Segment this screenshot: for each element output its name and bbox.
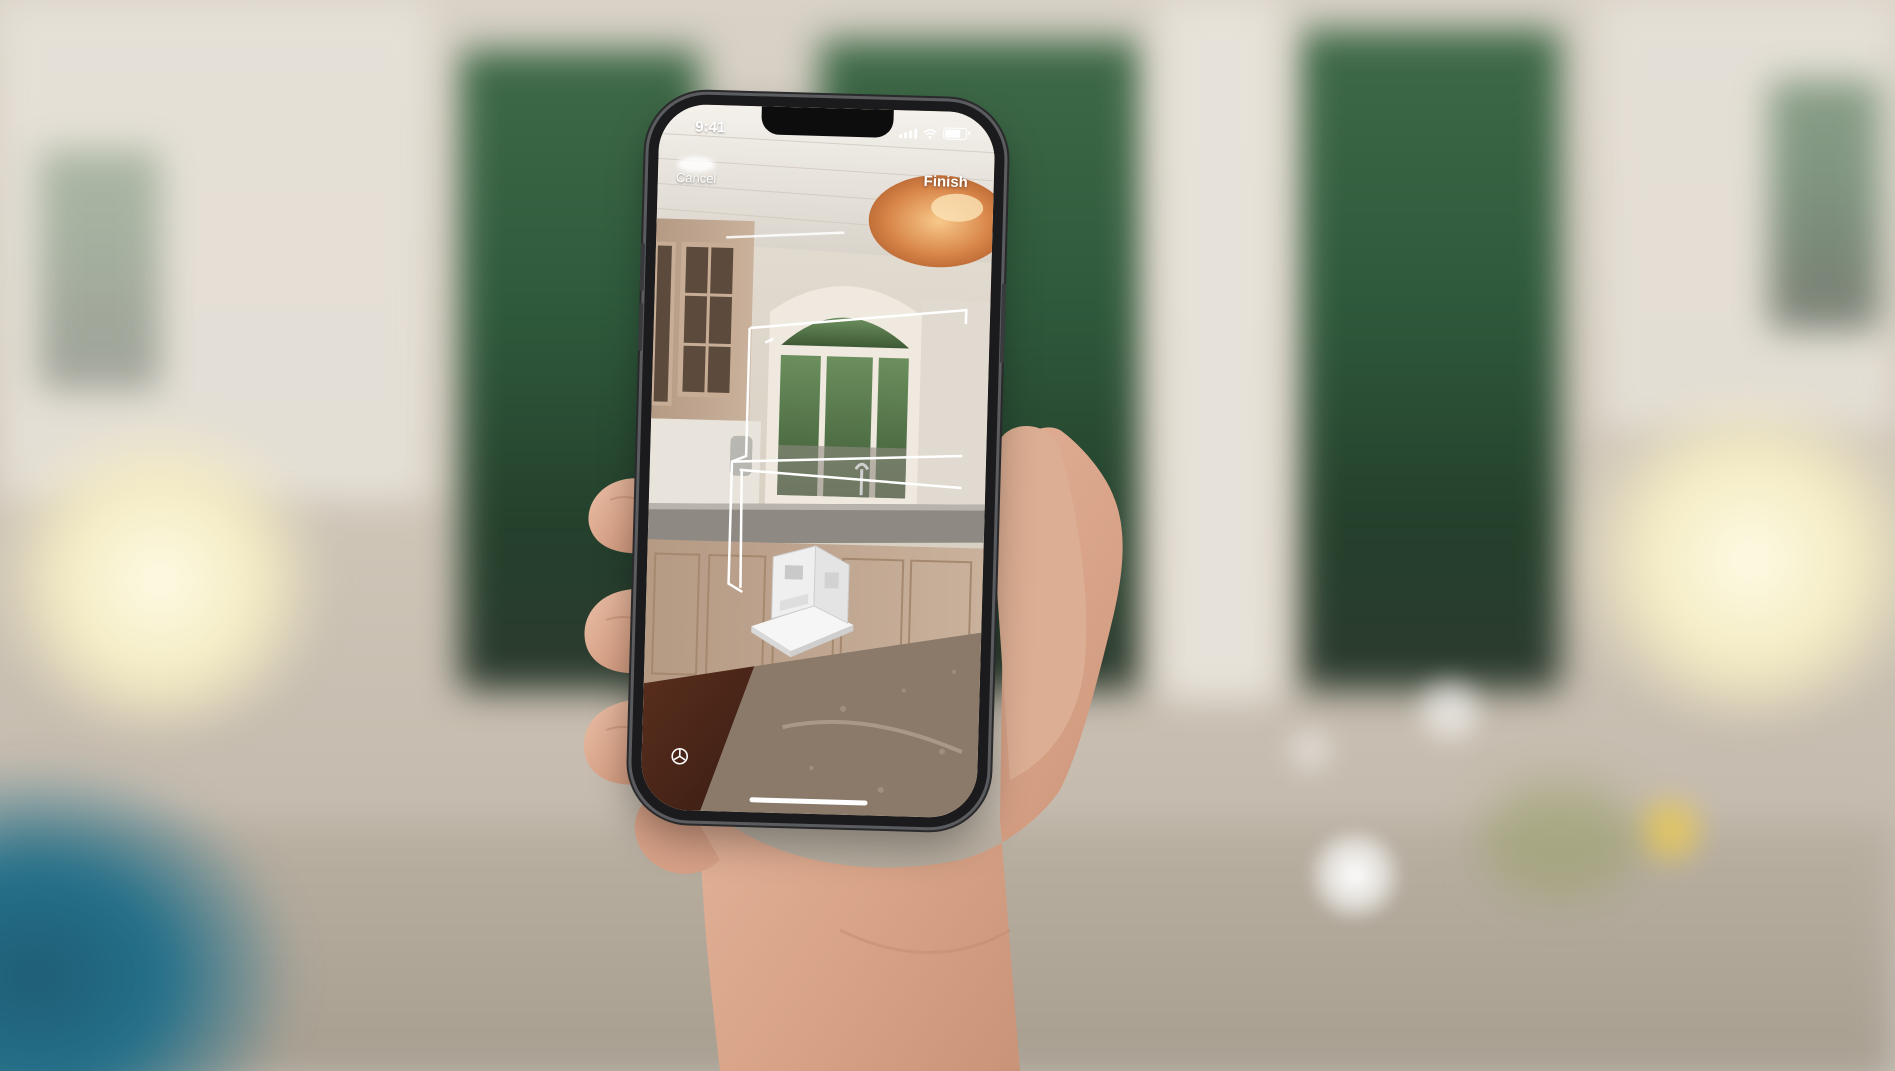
finish-button[interactable]: Finish [923,173,968,191]
volume-button [638,302,644,352]
status-icons [899,126,968,141]
blue-shirt-blur [0,760,300,1071]
window-mullion [1160,0,1280,700]
ar-camera-view [640,103,996,819]
bokeh-yellow [1640,800,1700,860]
phone-screen: 9:41 Cancel Finish [640,103,996,819]
cellular-signal-icon [899,128,918,139]
battery-icon [943,127,968,141]
plant-blur [1480,780,1640,900]
camera-notch [761,106,894,138]
volume-button [639,242,646,292]
cancel-button[interactable]: Cancel [676,155,717,186]
blurred-window-right [1300,30,1560,690]
bokeh-light [1280,720,1340,780]
wifi-icon [923,129,937,139]
viewfinder-icon[interactable] [669,746,690,767]
bokeh-light [1300,830,1410,920]
glass-cabinet-right [1770,80,1880,330]
bokeh-light [1410,670,1490,750]
status-time: 9:41 [695,118,726,137]
iphone-device: 9:41 Cancel Finish [629,93,1007,829]
glass-cabinet-left [40,150,160,390]
